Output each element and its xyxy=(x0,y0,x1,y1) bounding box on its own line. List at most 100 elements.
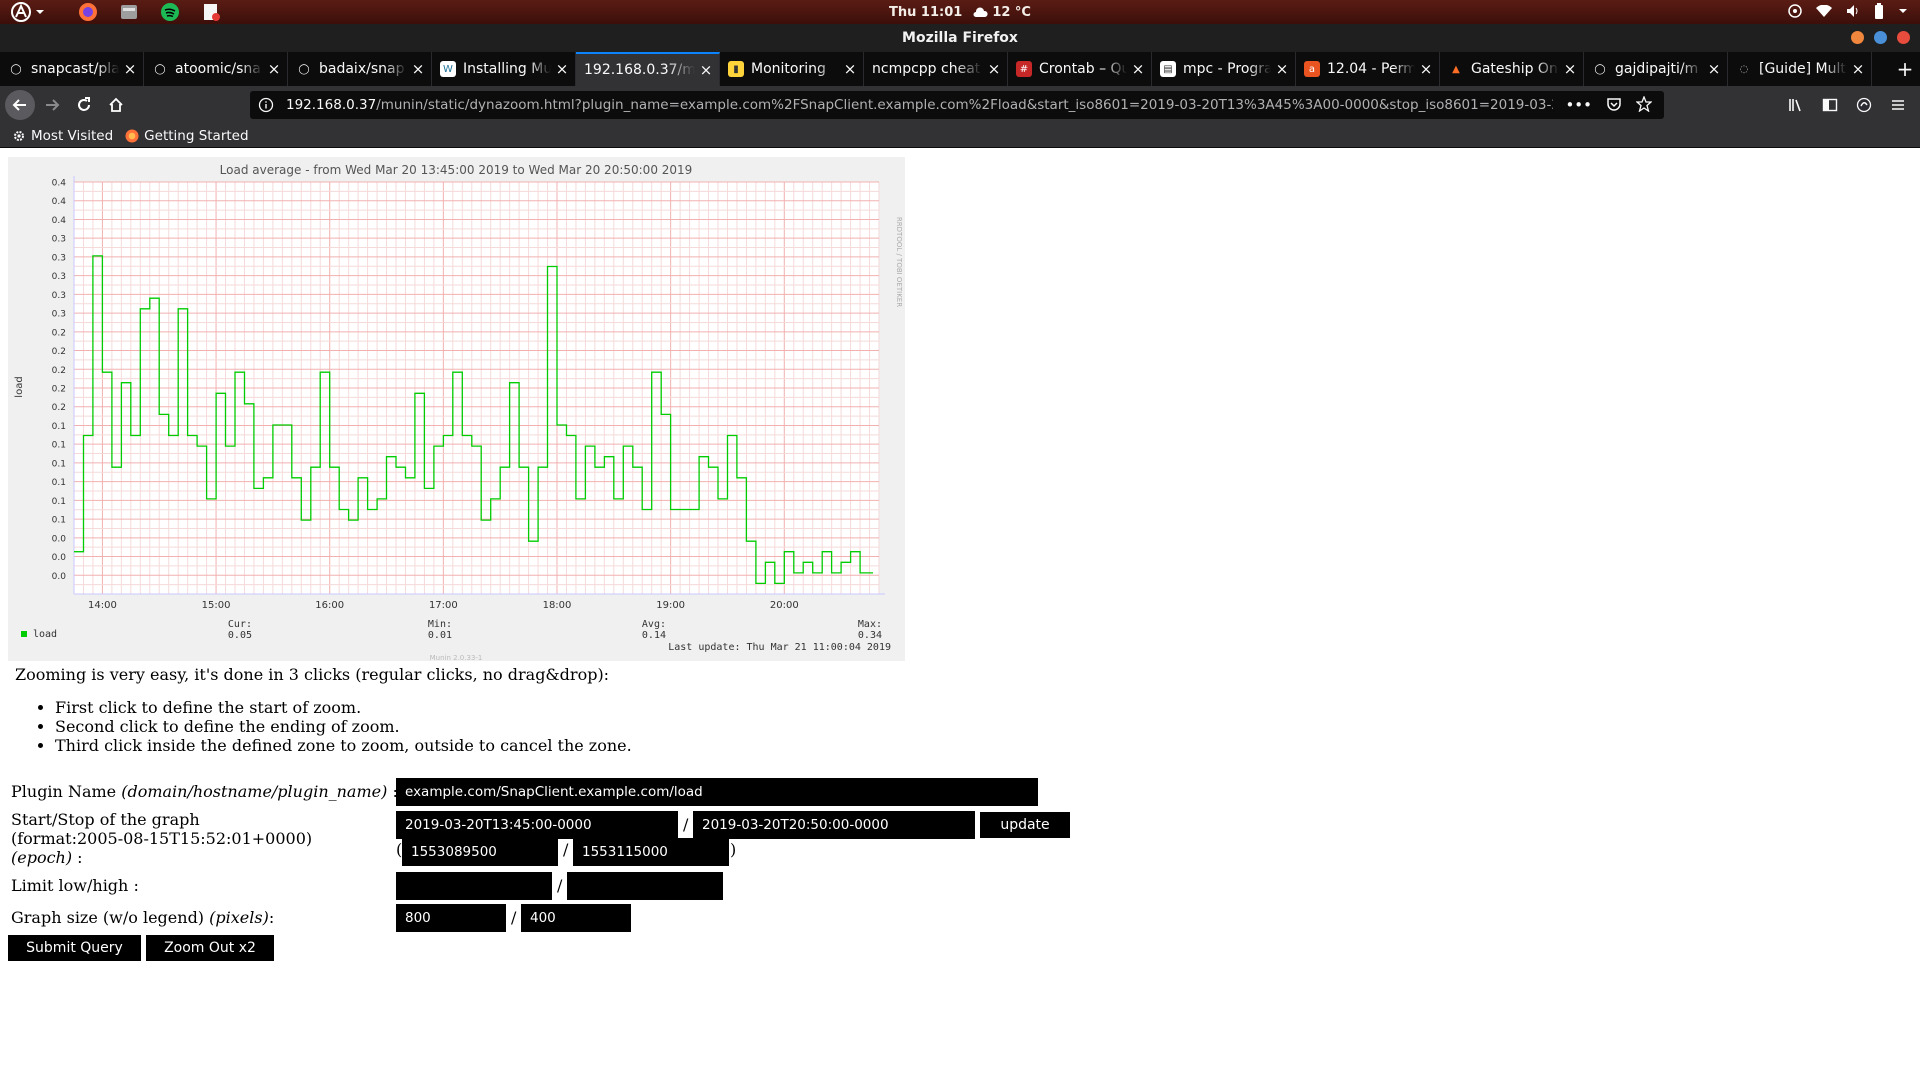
close-window-button[interactable] xyxy=(1897,31,1910,44)
chart-title: Load average - from Wed Mar 20 13:45:00 … xyxy=(220,163,693,177)
battery-icon[interactable] xyxy=(1874,2,1884,22)
hamburger-menu-icon[interactable] xyxy=(1890,97,1906,113)
system-menu-chevron-icon[interactable] xyxy=(1898,5,1908,19)
system-top-panel: Thu 11:01 12 °C xyxy=(0,0,1920,24)
tab-title: mpc - Progra xyxy=(1183,61,1271,77)
url-text[interactable]: 192.168.0.37/munin/static/dynazoom.html?… xyxy=(286,97,1553,113)
navigation-toolbar: 192.168.0.37/munin/static/dynazoom.html?… xyxy=(0,86,1920,124)
volume-icon[interactable] xyxy=(1846,4,1860,21)
notes-launcher-icon[interactable] xyxy=(198,0,224,24)
clock-area[interactable]: Thu 11:01 12 °C xyxy=(889,0,1031,24)
tab-10[interactable]: ▲ Gateship On × xyxy=(1440,52,1584,86)
plugin-name-input[interactable]: example.com/SnapClient.example.com/load xyxy=(396,778,1038,806)
sidebar-icon[interactable] xyxy=(1822,97,1838,113)
tab-12[interactable]: ◌ [Guide] Mult × xyxy=(1728,52,1872,86)
firefox-launcher-icon[interactable] xyxy=(75,0,101,24)
tab-3[interactable]: W Installing Mu × xyxy=(432,52,576,86)
bookmark-star-icon[interactable] xyxy=(1636,96,1652,112)
y-tick-label: 0.1 xyxy=(52,422,66,432)
window-title: Mozilla Firefox xyxy=(902,30,1018,46)
maximize-button[interactable] xyxy=(1874,31,1887,44)
x-tick-label: 19:00 xyxy=(656,600,685,611)
window-titlebar[interactable]: Mozilla Firefox xyxy=(0,24,1920,52)
zoom-out-button[interactable]: Zoom Out x2 xyxy=(146,935,274,961)
bookmark-most-visited[interactable]: Most Visited xyxy=(12,128,113,144)
graph-width-input[interactable]: 800 xyxy=(396,904,506,932)
load-chart-svg[interactable]: 0.4 0.4 0.4 0.3 0.3 0.3 0.3 0.3 0.2 0.2 0.2 0.2 0.2 0… xyxy=(8,157,905,661)
limit-low-input[interactable] xyxy=(396,872,552,900)
tab-6[interactable]: ncmpcpp cheat × xyxy=(864,52,1008,86)
forward-button[interactable] xyxy=(37,90,67,120)
y-tick-label: 0.3 xyxy=(52,253,66,263)
back-button[interactable] xyxy=(5,90,35,120)
tab-1[interactable]: ◯ atoomic/sna × xyxy=(144,52,288,86)
y-tick-label: 0.4 xyxy=(52,197,67,207)
pocket-icon[interactable] xyxy=(1606,96,1622,112)
close-tab-icon[interactable]: × xyxy=(555,60,569,78)
tab-8[interactable]: ▤ mpc - Progra × xyxy=(1152,52,1296,86)
close-tab-icon[interactable]: × xyxy=(1131,60,1145,78)
close-tab-icon[interactable]: × xyxy=(267,60,281,78)
tab-title: Gateship On xyxy=(1471,61,1558,77)
y-tick-label: 0.1 xyxy=(52,441,66,451)
label-suffix: : xyxy=(268,908,275,927)
close-tab-icon[interactable]: × xyxy=(1563,60,1577,78)
info-icon[interactable] xyxy=(258,97,274,113)
spotify-launcher-icon[interactable] xyxy=(157,0,183,24)
close-tab-icon[interactable]: × xyxy=(1851,60,1865,78)
stop-iso-input[interactable]: 2019-03-20T20:50:00-0000 xyxy=(693,811,975,839)
files-launcher-icon[interactable] xyxy=(116,0,142,24)
forum-icon: ◌ xyxy=(1736,61,1752,77)
tab-9[interactable]: a 12.04 - Perm × xyxy=(1296,52,1440,86)
load-graph[interactable]: 0.4 0.4 0.4 0.3 0.3 0.3 0.3 0.3 0.2 0.2 0.2 0.2 0.2 0… xyxy=(8,157,905,661)
tab-7[interactable]: # Crontab – Qu × xyxy=(1008,52,1152,86)
library-icon[interactable] xyxy=(1788,97,1804,113)
reload-button[interactable] xyxy=(69,90,99,120)
bookmarks-toolbar: Most Visited Getting Started xyxy=(0,124,1920,148)
limit-high-input[interactable] xyxy=(567,872,723,900)
wifi-icon[interactable] xyxy=(1816,4,1832,20)
y-tick-label: 0.2 xyxy=(52,403,66,413)
activities-button[interactable] xyxy=(10,1,60,23)
close-tab-icon[interactable]: × xyxy=(411,60,425,78)
page-actions-icon[interactable]: ••• xyxy=(1565,96,1592,114)
submit-query-button[interactable]: Submit Query xyxy=(8,935,141,961)
github-icon: ◯ xyxy=(8,61,24,77)
tab-5[interactable]: ▮ Monitoring × xyxy=(720,52,864,86)
bookmark-getting-started[interactable]: Getting Started xyxy=(125,128,249,144)
start-epoch-input[interactable]: 1553089500 xyxy=(402,838,558,866)
close-tab-icon[interactable]: × xyxy=(987,60,1001,78)
separator: / xyxy=(683,815,689,834)
x-tick-label: 14:00 xyxy=(88,600,117,611)
close-tab-icon[interactable]: × xyxy=(123,60,137,78)
close-tab-icon[interactable]: × xyxy=(843,60,857,78)
stat-max-label: Max: xyxy=(858,619,882,630)
tab-11[interactable]: ◯ gajdipajti/m × xyxy=(1584,52,1728,86)
stat-max-value: 0.34 xyxy=(858,630,882,641)
close-tab-icon[interactable]: × xyxy=(1707,60,1721,78)
new-tab-button[interactable]: + xyxy=(1890,52,1920,86)
tab-4[interactable]: 192.168.0.37/m × xyxy=(576,52,720,86)
close-tab-icon[interactable]: × xyxy=(1275,60,1289,78)
y-tick-label: 0.2 xyxy=(52,385,66,395)
hash-icon: # xyxy=(1016,61,1032,77)
github-icon: ◯ xyxy=(152,61,168,77)
list-item: Third click inside the defined zone to z… xyxy=(55,736,632,755)
graph-height-input[interactable]: 400 xyxy=(521,904,631,932)
extension-icon[interactable] xyxy=(1856,97,1872,113)
y-tick-label: 0.0 xyxy=(52,534,67,544)
y-tick-label: 0.3 xyxy=(52,310,66,320)
tab-0[interactable]: ◯ snapcast/pla × xyxy=(0,52,144,86)
home-button[interactable] xyxy=(101,90,131,120)
close-tab-icon[interactable]: × xyxy=(1419,60,1433,78)
stop-epoch-input[interactable]: 1553115000 xyxy=(573,838,729,866)
bookmark-icon: ▮ xyxy=(728,61,744,77)
start-iso-input[interactable]: 2019-03-20T13:45:00-0000 xyxy=(396,811,678,839)
update-button[interactable]: update xyxy=(980,812,1070,838)
close-tab-icon[interactable]: × xyxy=(699,61,713,79)
tab-title: 192.168.0.37/m xyxy=(584,62,695,78)
minimize-button[interactable] xyxy=(1851,31,1864,44)
tab-2[interactable]: ◯ badaix/snap × xyxy=(288,52,432,86)
accessibility-icon[interactable] xyxy=(1788,3,1802,21)
url-bar[interactable]: 192.168.0.37/munin/static/dynazoom.html?… xyxy=(250,91,1664,119)
